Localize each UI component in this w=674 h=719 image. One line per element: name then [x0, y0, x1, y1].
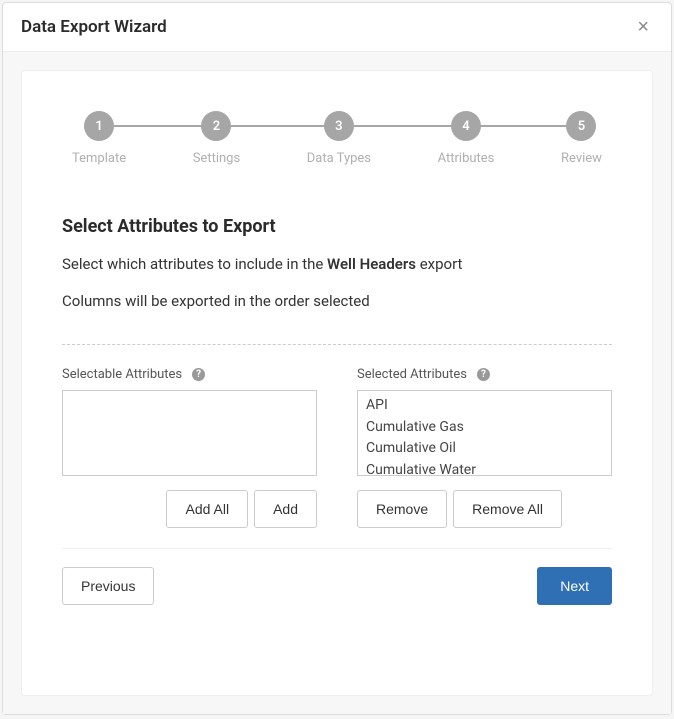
step-label: Attributes	[438, 151, 495, 166]
selected-label-text: Selected Attributes	[357, 367, 467, 382]
section-description-2: Columns will be exported in the order se…	[62, 290, 612, 313]
stepper: 1 Template 2 Settings 3 Data Types 4 Att…	[62, 111, 612, 166]
step-label: Data Types	[307, 151, 371, 166]
selectable-label: Selectable Attributes ?	[62, 367, 317, 382]
list-item[interactable]: API	[364, 395, 605, 417]
remove-button[interactable]: Remove	[357, 490, 447, 528]
section-description: Select which attributes to include in th…	[62, 253, 612, 276]
selected-label: Selected Attributes ?	[357, 367, 612, 382]
modal-header: Data Export Wizard ×	[3, 3, 671, 52]
step-number: 1	[84, 111, 114, 141]
step-number: 4	[451, 111, 481, 141]
step-label: Settings	[193, 151, 240, 166]
close-button[interactable]: ×	[633, 17, 653, 37]
modal-body: 1 Template 2 Settings 3 Data Types 4 Att…	[3, 52, 671, 714]
modal-dialog: Data Export Wizard × 1 Template 2 Settin…	[2, 2, 672, 715]
selected-button-row: Remove Remove All	[357, 490, 612, 528]
step-settings[interactable]: 2 Settings	[193, 111, 240, 166]
desc-bold: Well Headers	[327, 255, 416, 273]
list-item[interactable]: Cumulative Oil	[364, 438, 605, 460]
selected-column: Selected Attributes ? APICumulative GasC…	[357, 367, 612, 528]
divider	[62, 344, 612, 345]
step-number: 2	[201, 111, 231, 141]
attribute-columns: Selectable Attributes ? Add All Add Sele…	[62, 367, 612, 528]
list-item[interactable]: Cumulative Water	[364, 460, 605, 476]
step-label: Template	[72, 151, 126, 166]
step-label: Review	[561, 151, 602, 166]
selectable-label-text: Selectable Attributes	[62, 367, 182, 382]
desc-suffix: export	[416, 255, 462, 273]
list-item[interactable]: Cumulative Gas	[364, 417, 605, 439]
step-number: 3	[324, 111, 354, 141]
step-review[interactable]: 5 Review	[561, 111, 602, 166]
wizard-footer: Previous Next	[62, 548, 612, 605]
selectable-button-row: Add All Add	[62, 490, 317, 528]
step-data-types[interactable]: 3 Data Types	[307, 111, 371, 166]
selectable-column: Selectable Attributes ? Add All Add	[62, 367, 317, 528]
previous-button[interactable]: Previous	[62, 567, 154, 605]
selectable-listbox[interactable]	[62, 390, 317, 476]
step-attributes[interactable]: 4 Attributes	[438, 111, 495, 166]
help-icon[interactable]: ?	[477, 368, 490, 381]
selected-listbox[interactable]: APICumulative GasCumulative OilCumulativ…	[357, 390, 612, 476]
remove-all-button[interactable]: Remove All	[453, 490, 562, 528]
add-all-button[interactable]: Add All	[166, 490, 248, 528]
desc-prefix: Select which attributes to include in th…	[62, 255, 327, 273]
section-title: Select Attributes to Export	[62, 216, 612, 237]
step-template[interactable]: 1 Template	[72, 111, 126, 166]
modal-title: Data Export Wizard	[21, 17, 167, 37]
wizard-card: 1 Template 2 Settings 3 Data Types 4 Att…	[21, 70, 653, 696]
next-button[interactable]: Next	[537, 567, 612, 605]
add-button[interactable]: Add	[254, 490, 317, 528]
step-number: 5	[566, 111, 596, 141]
help-icon[interactable]: ?	[192, 368, 205, 381]
